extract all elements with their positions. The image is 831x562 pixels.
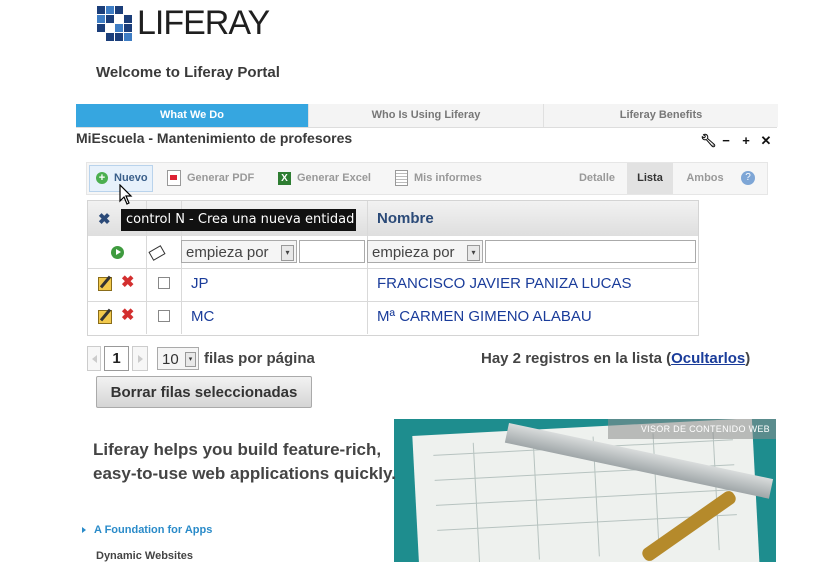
record-count: Hay 2 registros en la lista (Ocultarlos)	[481, 350, 750, 367]
banner-tagline-line-1: Liferay helps you build feature-rich,	[93, 440, 382, 459]
blueprint-banner-image	[394, 419, 776, 562]
maximize-icon[interactable]: +	[740, 134, 752, 148]
clear-filter-icon[interactable]	[148, 245, 166, 261]
record-count-text: Hay 2 registros en la lista (	[481, 350, 672, 367]
code-filter-operator-select[interactable]: empieza por ▾	[181, 240, 297, 263]
code-filter-operator-value: empieza por	[186, 244, 269, 261]
filter-code-cell: empieza por ▾	[181, 236, 368, 268]
table-row: ✖ MC Mª CARMEN GIMENO ALABAU	[88, 301, 698, 334]
main-navigation: What We Do Who Is Using Liferay Liferay …	[76, 104, 778, 128]
portlet-title: MiEscuela - Mantenimiento de profesores	[76, 130, 353, 146]
close-icon[interactable]: ✕	[760, 134, 772, 148]
pdf-icon	[167, 170, 181, 187]
foundation-link-label: A Foundation for Apps	[94, 524, 213, 536]
add-icon: +	[96, 172, 108, 185]
row-code-link[interactable]: MC	[191, 308, 214, 325]
grid-filter-row: empieza por ▾ empieza por ▾	[88, 236, 698, 269]
table-row: ✖ JP FRANCISCO JAVIER PANIZA LUCAS	[88, 268, 698, 302]
banner-tagline: Liferay helps you build feature-rich, ea…	[93, 438, 396, 486]
minimize-icon[interactable]: −	[720, 134, 732, 148]
row-nombre-link[interactable]: FRANCISCO JAVIER PANIZA LUCAS	[377, 275, 632, 292]
generar-pdf-button[interactable]: Generar PDF	[167, 163, 254, 194]
mouse-cursor-icon	[119, 184, 133, 205]
mis-informes-label: Mis informes	[414, 172, 482, 184]
row-nombre-cell: FRANCISCO JAVIER PANIZA LUCAS	[367, 268, 698, 301]
generar-pdf-label: Generar PDF	[187, 172, 255, 184]
help-icon[interactable]: ?	[741, 171, 755, 185]
logo-text: LIFERAY	[137, 4, 270, 42]
portlet-toolbar: + Nuevo Generar PDF X Generar Excel Mis in…	[86, 162, 768, 195]
chevron-down-icon: ▾	[185, 352, 196, 367]
filter-search-cell	[88, 236, 147, 268]
web-content-viewer-label: VISOR DE CONTENIDO WEB	[608, 419, 776, 439]
nombre-filter-operator-value: empieza por	[372, 244, 455, 261]
code-filter-input[interactable]	[299, 240, 365, 263]
current-page[interactable]: 1	[104, 346, 129, 371]
row-checkbox[interactable]	[158, 310, 170, 322]
row-actions-cell: ✖	[88, 268, 147, 301]
row-select-cell	[146, 301, 182, 334]
dynamic-websites-heading: Dynamic Websites	[96, 550, 194, 562]
search-go-icon[interactable]	[111, 246, 124, 259]
nombre-column-header: Nombre	[377, 210, 434, 227]
view-lista[interactable]: Lista	[627, 163, 673, 194]
page-size-select[interactable]: 10 ▾	[157, 347, 199, 370]
wrench-icon[interactable]: 🔧︎	[700, 134, 717, 148]
banner-tagline-line-2: easy-to-use web applications quickly.	[93, 464, 396, 483]
delete-icon[interactable]: ✖	[121, 275, 134, 291]
nav-tab-who-is-using-liferay[interactable]: Who Is Using Liferay	[309, 104, 544, 127]
generar-excel-button[interactable]: X Generar Excel	[278, 163, 371, 194]
liferay-logo[interactable]: LIFERAY	[97, 4, 270, 42]
delete-icon[interactable]: ✖	[121, 308, 134, 324]
header-nombre-cell[interactable]: Nombre	[367, 201, 698, 236]
row-nombre-link[interactable]: Mª CARMEN GIMENO ALABAU	[377, 308, 592, 325]
nombre-filter-input[interactable]	[485, 240, 696, 263]
nombre-filter-operator-select[interactable]: empieza por ▾	[367, 240, 483, 263]
row-code-link[interactable]: JP	[191, 275, 209, 292]
generar-excel-label: Generar Excel	[297, 172, 371, 184]
row-actions-cell: ✖	[88, 301, 147, 334]
next-page-button[interactable]	[132, 346, 148, 371]
caret-right-icon	[82, 527, 86, 534]
filter-nombre-cell: empieza por ▾	[367, 236, 698, 268]
nuevo-label: Nuevo	[114, 172, 148, 184]
nav-tab-liferay-benefits[interactable]: Liferay Benefits	[544, 104, 778, 127]
foundation-link[interactable]: A Foundation for Apps	[82, 524, 212, 536]
delete-selected-button[interactable]: Borrar filas seleccionadas	[96, 376, 312, 408]
page-size-value: 10	[162, 351, 179, 368]
mis-informes-button[interactable]: Mis informes	[395, 163, 482, 194]
tooltip: control N - Crea una nueva entidad	[121, 209, 356, 231]
record-count-close: )	[745, 350, 751, 367]
previous-page-button[interactable]	[87, 346, 101, 371]
excel-icon: X	[278, 171, 291, 185]
row-code-cell: MC	[181, 301, 368, 334]
edit-icon[interactable]	[98, 277, 112, 291]
rows-per-page-label: filas por página	[204, 350, 315, 367]
row-checkbox[interactable]	[158, 277, 170, 289]
liferay-logo-mark-icon	[97, 6, 132, 41]
hide-records-link[interactable]: Ocultarlos	[671, 350, 745, 367]
view-ambos[interactable]: Ambos	[675, 163, 735, 194]
nav-tab-what-we-do[interactable]: What We Do	[76, 104, 309, 127]
row-code-cell: JP	[181, 268, 368, 301]
filter-clear-cell	[146, 236, 182, 268]
view-detalle[interactable]: Detalle	[567, 163, 627, 194]
sort-icon: ✖	[98, 211, 111, 228]
row-nombre-cell: Mª CARMEN GIMENO ALABAU	[367, 301, 698, 334]
edit-icon[interactable]	[98, 310, 112, 324]
page-title: Welcome to Liferay Portal	[96, 64, 280, 81]
report-icon	[395, 170, 408, 187]
portlet-controls: 🔧︎ − + ✕	[700, 134, 772, 148]
chevron-down-icon: ▾	[467, 245, 480, 261]
row-select-cell	[146, 268, 182, 301]
chevron-down-icon: ▾	[281, 245, 294, 261]
